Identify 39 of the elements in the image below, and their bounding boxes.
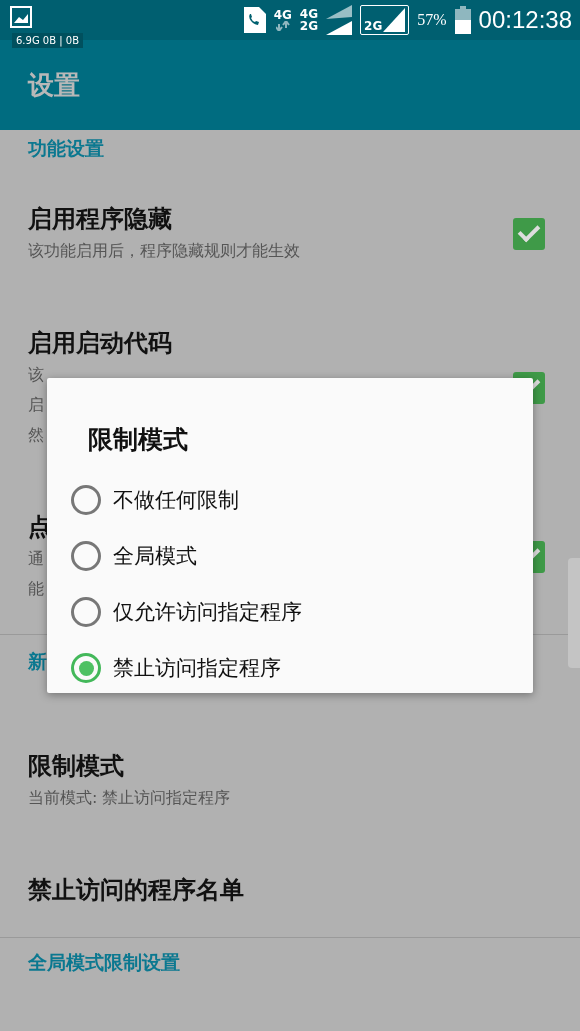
setting-summary: 然 [28, 424, 44, 446]
radio-button[interactable] [71, 541, 101, 571]
network-type-label: 4G [273, 9, 292, 21]
setting-title[interactable]: 启用启动代码 [28, 326, 172, 360]
option-label[interactable]: 禁止访问指定程序 [113, 654, 281, 682]
setting-summary: 启 [28, 394, 44, 416]
option-label[interactable]: 不做任何限制 [113, 486, 239, 514]
section-header: 功能设置 [28, 136, 104, 161]
clock: 00:12:38 [478, 6, 572, 34]
setting-summary: 当前模式: 禁止访问指定程序 [28, 787, 231, 809]
dialog-title: 限制模式 [88, 424, 189, 456]
checkbox[interactable] [513, 218, 545, 250]
setting-summary: 能 [28, 578, 44, 600]
network-type-label: 4G [299, 8, 319, 20]
option-label[interactable]: 仅允许访问指定程序 [113, 598, 302, 626]
image-icon [10, 6, 32, 28]
setting-title[interactable]: 启用程序隐藏 [28, 202, 172, 236]
sim-phone-icon [243, 7, 266, 33]
data-arrows-icon [275, 21, 290, 31]
side-handle[interactable] [568, 558, 580, 668]
setting-title[interactable]: 限制模式 [28, 749, 124, 783]
section-header: 全局模式限制设置 [28, 950, 180, 975]
section-header: 新 [28, 649, 47, 674]
app-bar-title: 设置 [28, 68, 80, 102]
setting-title[interactable]: 禁止访问的程序名单 [28, 873, 244, 907]
radio-button[interactable] [71, 485, 101, 515]
battery-icon [454, 6, 471, 34]
network-type-label: 2G [299, 20, 319, 32]
setting-summary: 通 [28, 548, 44, 570]
battery-percentage: 57% [417, 11, 447, 29]
signal-icon [326, 5, 353, 35]
network-type-label: 2G [364, 20, 383, 32]
network-speed-badge: 6.9G 0B | 0B [12, 33, 83, 48]
setting-summary: 该功能启用后，程序隐藏规则才能生效 [28, 240, 300, 262]
setting-summary: 该 [28, 364, 44, 386]
radio-button[interactable] [71, 597, 101, 627]
radio-button[interactable] [71, 653, 101, 683]
option-label[interactable]: 全局模式 [113, 542, 197, 570]
signal-icon [383, 8, 406, 32]
